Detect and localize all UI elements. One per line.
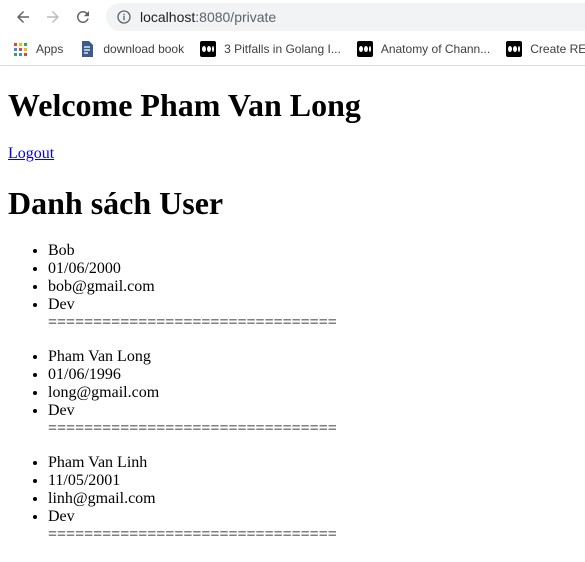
browser-chrome: localhost:8080/private Apps download boo…: [0, 0, 585, 66]
welcome-heading: Welcome Pham Van Long: [8, 87, 361, 123]
bookmarks-bar: Apps download book 3 Pitfalls in Golang …: [0, 33, 585, 65]
reload-button[interactable]: [68, 2, 98, 32]
page-content: Welcome Pham Van Long Logout Danh sách U…: [0, 87, 585, 544]
user-email: bob@gmail.com: [48, 278, 577, 296]
separator: ================================: [48, 526, 337, 543]
user-role: Dev: [48, 402, 577, 420]
user-name: Pham Van Linh: [48, 454, 577, 472]
user-dob: 11/05/2001: [48, 472, 577, 490]
bookmark-label: Anatomy of Chann...: [380, 42, 491, 56]
bookmark-apps[interactable]: Apps: [12, 41, 63, 57]
medium-icon: [506, 41, 523, 57]
forward-button[interactable]: [38, 2, 68, 32]
user-dob: 01/06/2000: [48, 260, 577, 278]
bookmark-golang-pitfalls[interactable]: 3 Pitfalls in Golang I...: [200, 41, 341, 57]
url-host: localhost: [140, 8, 196, 25]
file-icon: [79, 41, 95, 57]
apps-grid-icon: [12, 41, 28, 57]
info-icon[interactable]: [116, 9, 132, 25]
medium-icon: [200, 41, 217, 57]
logout-link[interactable]: Logout: [8, 145, 54, 162]
address-bar[interactable]: localhost:8080/private: [106, 2, 585, 31]
bookmark-label: Apps: [36, 42, 64, 56]
arrow-right-icon: [47, 10, 59, 23]
user-dob: 01/06/1996: [48, 366, 577, 384]
browser-toolbar: localhost:8080/private: [0, 0, 585, 33]
logout-paragraph: Logout: [8, 145, 577, 163]
user-role: Dev: [48, 508, 577, 526]
arrow-left-icon: [17, 10, 29, 23]
user-email: linh@gmail.com: [48, 490, 577, 508]
url-path: :8080/private: [195, 8, 277, 25]
bookmark-label: 3 Pitfalls in Golang I...: [224, 42, 341, 56]
user-entry: Bob 01/06/2000 bob@gmail.com Dev: [8, 242, 577, 314]
user-name: Bob: [48, 242, 577, 260]
bookmark-label: Create RES: [530, 42, 585, 56]
medium-icon: [356, 41, 373, 57]
bookmark-label: download book: [103, 42, 185, 56]
bookmark-anatomy-channels[interactable]: Anatomy of Chann...: [356, 41, 491, 57]
back-button[interactable]: [8, 2, 38, 32]
user-email: long@gmail.com: [48, 384, 577, 402]
user-entry: Pham Van Linh 11/05/2001 linh@gmail.com …: [8, 454, 577, 526]
user-name: Pham Van Long: [48, 348, 577, 366]
user-entry: Pham Van Long 01/06/1996 long@gmail.com …: [8, 348, 577, 420]
separator: ================================: [48, 420, 337, 437]
user-role: Dev: [48, 296, 577, 314]
bookmark-create-rest[interactable]: Create RES: [506, 41, 585, 57]
user-list-title: Danh sách User: [8, 185, 224, 221]
reload-icon: [76, 10, 89, 23]
separator: ================================: [48, 314, 337, 331]
bookmark-download-book[interactable]: download book: [79, 41, 184, 57]
